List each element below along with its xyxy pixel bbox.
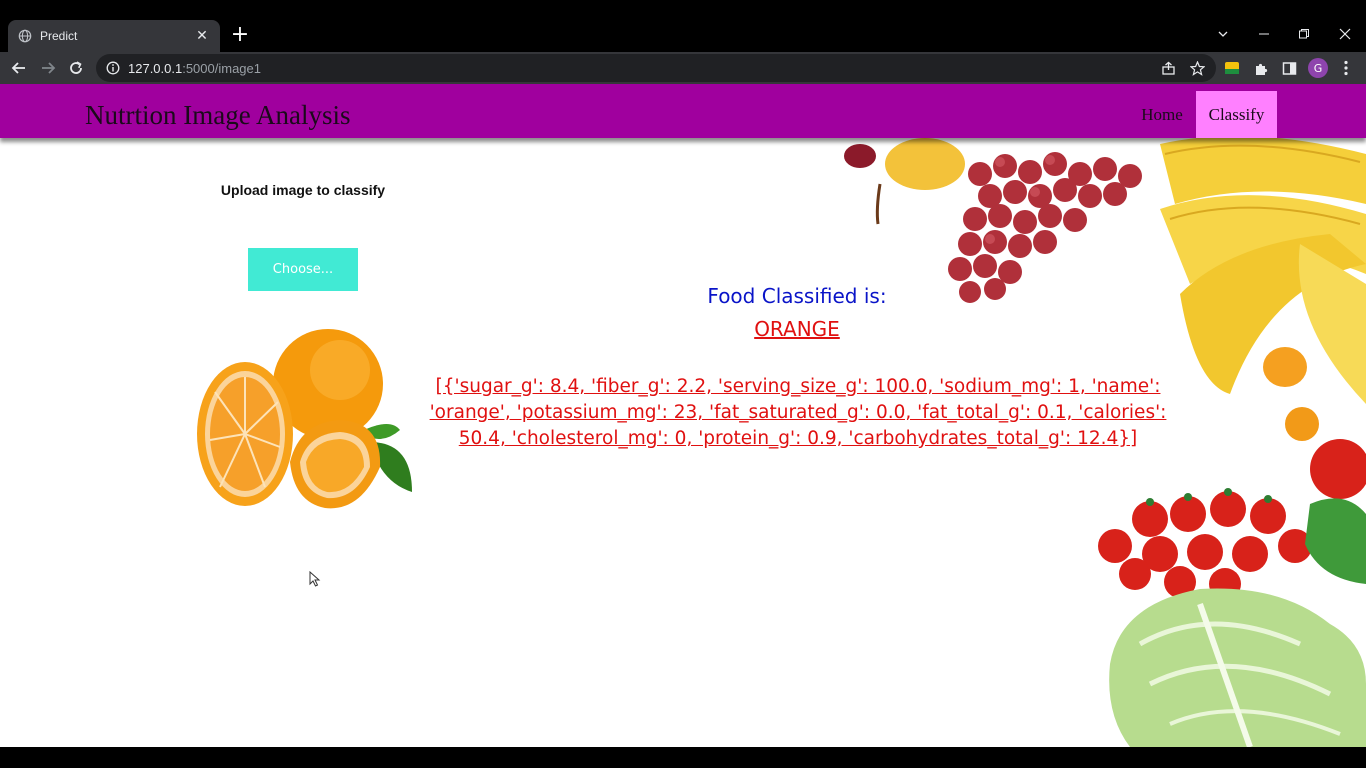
browser-toolbar: 127.0.0.1:5000/image1 G bbox=[0, 52, 1366, 84]
site-brand-title[interactable]: Nutrtion Image Analysis bbox=[85, 100, 350, 131]
forward-icon[interactable] bbox=[36, 56, 60, 80]
nav-link-classify[interactable]: Classify bbox=[1196, 91, 1277, 138]
extension-app-icon[interactable] bbox=[1220, 56, 1244, 80]
tab-close-icon[interactable]: ✕ bbox=[194, 28, 210, 44]
profile-initial: G bbox=[1308, 58, 1328, 78]
browser-tab[interactable]: Predict ✕ bbox=[8, 20, 220, 52]
new-tab-icon[interactable]: + bbox=[228, 24, 252, 48]
browser-tabstrip: Predict ✕ + bbox=[0, 0, 1366, 52]
restore-icon[interactable] bbox=[1284, 20, 1324, 48]
tab-title: Predict bbox=[40, 29, 78, 43]
reload-icon[interactable] bbox=[64, 56, 88, 80]
choose-file-button[interactable]: Choose... bbox=[248, 248, 358, 291]
close-window-icon[interactable] bbox=[1325, 20, 1365, 48]
minimize-icon[interactable] bbox=[1244, 20, 1284, 48]
tab-search-icon[interactable] bbox=[1203, 20, 1243, 48]
side-panel-icon[interactable] bbox=[1277, 56, 1301, 80]
globe-icon bbox=[18, 29, 32, 43]
url-host: 127.0.0.1 bbox=[128, 60, 183, 76]
extensions-puzzle-icon[interactable] bbox=[1249, 56, 1273, 80]
nutrition-result-text[interactable]: [{'sugar_g': 8.4, 'fiber_g': 2.2, 'servi… bbox=[420, 374, 1176, 452]
back-icon[interactable] bbox=[7, 56, 31, 80]
site-navbar: Nutrtion Image Analysis Home Classify bbox=[0, 84, 1366, 138]
result-class-name[interactable]: ORANGE bbox=[600, 317, 994, 341]
share-icon[interactable] bbox=[1156, 56, 1180, 80]
profile-avatar[interactable]: G bbox=[1306, 56, 1330, 80]
upload-heading: Upload image to classify bbox=[220, 182, 386, 198]
uploaded-orange-image bbox=[197, 329, 412, 509]
menu-kebab-icon[interactable] bbox=[1334, 56, 1358, 80]
result-heading: Food Classified is: bbox=[707, 284, 887, 308]
site-info-icon[interactable] bbox=[106, 61, 120, 75]
web-page: Nutrtion Image Analysis Home Classify Up… bbox=[0, 84, 1366, 747]
taskbar-strip bbox=[0, 747, 1366, 768]
url-path: :5000/image1 bbox=[182, 60, 261, 76]
nav-link-home[interactable]: Home bbox=[1130, 91, 1194, 138]
mouse-cursor-icon bbox=[309, 571, 321, 587]
address-bar[interactable]: 127.0.0.1:5000/image1 bbox=[96, 54, 1216, 82]
bookmark-star-icon[interactable] bbox=[1185, 56, 1209, 80]
